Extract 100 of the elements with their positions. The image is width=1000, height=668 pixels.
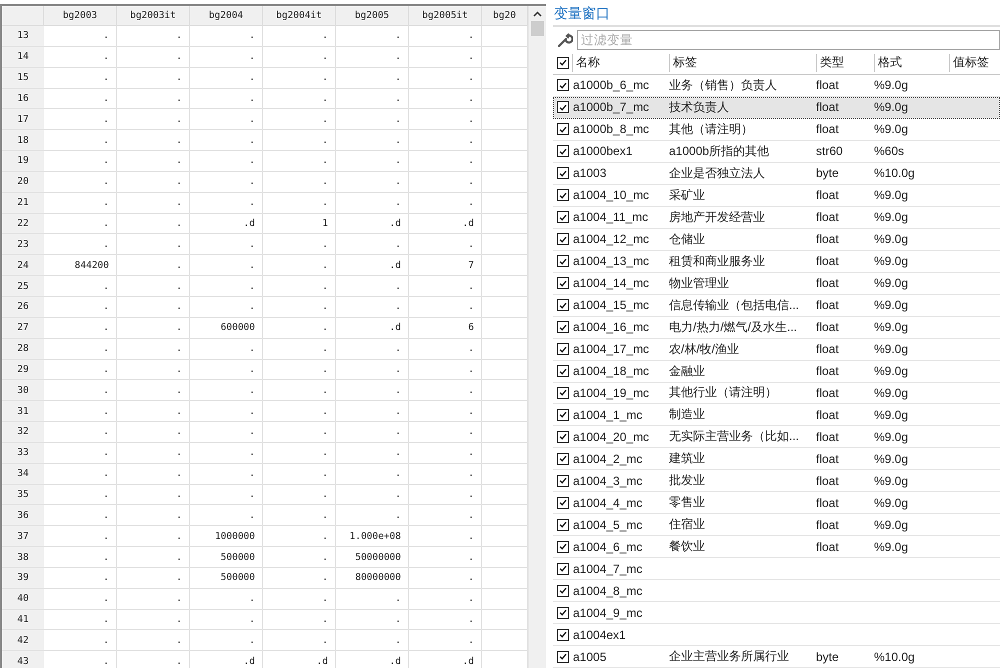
column-header[interactable]: 格式 bbox=[874, 54, 949, 72]
checkbox[interactable] bbox=[557, 189, 569, 202]
table-cell: 500000 bbox=[190, 547, 263, 568]
column-header[interactable]: bg2004 bbox=[190, 6, 263, 26]
checkbox[interactable] bbox=[557, 430, 569, 443]
table-cell: . bbox=[263, 360, 336, 380]
variable-name: a1000b_8_mc bbox=[572, 122, 650, 136]
checkbox[interactable] bbox=[557, 277, 569, 290]
column-header[interactable]: 名称 bbox=[572, 54, 669, 72]
checkbox[interactable] bbox=[557, 167, 569, 180]
table-cell: . bbox=[263, 401, 336, 422]
table-cell: . bbox=[117, 464, 190, 485]
variable-row[interactable]: a1004_13_mc 租赁和商业服务业 float %9.0g bbox=[553, 250, 1000, 273]
variable-row[interactable]: a1004_10_mc 采矿业 float %9.0g bbox=[553, 184, 1000, 207]
variable-row[interactable]: a1004_12_mc 仓储业 float %9.0g bbox=[553, 228, 1000, 251]
checkbox[interactable] bbox=[557, 606, 569, 619]
checkbox[interactable] bbox=[557, 123, 569, 136]
table-cell: .d bbox=[190, 214, 263, 234]
column-header[interactable]: 标签 bbox=[669, 54, 816, 72]
variable-row[interactable]: a1004_1_mc 制造业 float %9.0g bbox=[553, 404, 1000, 426]
checkbox[interactable] bbox=[557, 628, 569, 641]
variable-row[interactable]: a1004_3_mc 批发业 float %9.0g bbox=[553, 470, 1000, 492]
column-header[interactable]: bg2005 bbox=[336, 6, 409, 26]
column-header[interactable]: 值标签 bbox=[949, 54, 1000, 72]
table-cell: .d bbox=[336, 214, 409, 234]
table-cell: . bbox=[190, 380, 263, 402]
table-cell: . bbox=[409, 630, 482, 652]
checkbox[interactable] bbox=[557, 518, 569, 531]
variable-row[interactable]: a1004_16_mc 电力/热力/燃气/及水生... float %9.0g bbox=[553, 316, 1000, 339]
checkbox[interactable] bbox=[557, 584, 569, 597]
variable-row[interactable]: a1004_6_mc 餐饮业 float %9.0g bbox=[553, 536, 1000, 558]
checkbox[interactable] bbox=[557, 408, 569, 421]
variable-row[interactable]: a1004_2_mc 建筑业 float %9.0g bbox=[553, 448, 1000, 470]
variable-row[interactable]: a1004_14_mc 物业管理业 float %9.0g bbox=[553, 272, 1000, 295]
variable-row[interactable]: a1004_9_mc bbox=[553, 602, 1000, 624]
variable-row[interactable]: a1000bex1 a1000b所指的其他 str60 %60s bbox=[553, 140, 1000, 163]
checkbox[interactable] bbox=[557, 79, 569, 92]
checkbox[interactable] bbox=[557, 255, 569, 268]
scrollbar-thumb[interactable] bbox=[531, 21, 544, 36]
variable-type: float bbox=[816, 298, 840, 312]
table-cell: . bbox=[44, 442, 117, 464]
checkbox[interactable] bbox=[557, 299, 569, 312]
column-header[interactable]: 类型 bbox=[816, 54, 874, 72]
variable-row[interactable]: a1004_4_mc 零售业 float %9.0g bbox=[553, 492, 1000, 514]
checkbox[interactable] bbox=[557, 562, 569, 575]
checkbox[interactable] bbox=[557, 101, 569, 114]
wrench-icon[interactable] bbox=[557, 32, 573, 48]
column-header[interactable]: bg2005it bbox=[409, 6, 482, 26]
variable-label: 金融业 bbox=[669, 362, 706, 380]
column-header[interactable]: bg2003 bbox=[44, 6, 117, 26]
column-header[interactable]: bg2003it bbox=[117, 6, 190, 26]
column-header[interactable]: bg2004it bbox=[263, 6, 336, 26]
table-cell: . bbox=[117, 588, 190, 610]
variable-row[interactable]: a1004_7_mc bbox=[553, 558, 1000, 580]
variable-row[interactable]: a1004_20_mc 无实际主营业务（比如... float %9.0g bbox=[553, 426, 1000, 448]
checkbox[interactable] bbox=[557, 474, 569, 487]
table-cell: . bbox=[409, 442, 482, 464]
table-cell: . bbox=[190, 338, 263, 360]
variable-row[interactable]: a1004_5_mc 住宿业 float %9.0g bbox=[553, 514, 1000, 536]
variable-row[interactable]: a1005 企业主营业务所属行业 byte %10.0g bbox=[553, 646, 1000, 668]
checkbox[interactable] bbox=[557, 452, 569, 465]
checkbox[interactable] bbox=[557, 365, 569, 378]
variable-label: 餐饮业 bbox=[669, 538, 706, 556]
table-cell: . bbox=[336, 130, 409, 152]
variable-type: float bbox=[816, 276, 840, 290]
checkbox[interactable] bbox=[557, 211, 569, 224]
table-cell: . bbox=[409, 26, 482, 47]
variable-row[interactable]: a1000b_8_mc 其他（请注明） float %9.0g bbox=[553, 118, 1000, 141]
checkbox[interactable] bbox=[557, 233, 569, 246]
filter-field[interactable]: 过滤变量 bbox=[577, 30, 1000, 50]
variable-row[interactable]: a1004_11_mc 房地产开发经营业 float %9.0g bbox=[553, 206, 1000, 229]
variable-row[interactable]: a1003 企业是否独立法人 byte %10.0g bbox=[553, 162, 1000, 185]
table-cell: . bbox=[409, 568, 482, 589]
variable-row[interactable]: a1004_19_mc 其他行业（请注明） float %9.0g bbox=[553, 382, 1000, 404]
checkbox[interactable] bbox=[557, 650, 569, 663]
row-number: 41 bbox=[2, 610, 44, 630]
variable-row[interactable]: a1000b_7_mc 技术负责人 float %9.0g bbox=[553, 96, 1000, 119]
variable-row[interactable]: a1004ex1 bbox=[553, 624, 1000, 646]
scrollbar[interactable] bbox=[528, 6, 546, 668]
variable-label: 企业主营业务所属行业 bbox=[669, 648, 790, 666]
checkbox[interactable] bbox=[557, 496, 569, 509]
checkbox[interactable] bbox=[557, 386, 569, 399]
variable-row[interactable]: a1004_15_mc 信息传输业（包括电信... float %9.0g bbox=[553, 294, 1000, 317]
variable-row[interactable]: a1004_8_mc bbox=[553, 580, 1000, 602]
table-cell: . bbox=[263, 109, 336, 130]
variable-label: 其他行业（请注明） bbox=[669, 384, 778, 402]
variable-row[interactable]: a1004_18_mc 金融业 float %9.0g bbox=[553, 360, 1000, 382]
checkbox[interactable] bbox=[557, 145, 569, 158]
checkbox[interactable] bbox=[557, 343, 569, 356]
variable-type: float bbox=[816, 364, 840, 378]
table-cell: 6 bbox=[409, 318, 482, 339]
variable-name: a1004_2_mc bbox=[572, 452, 644, 466]
checkbox[interactable] bbox=[557, 540, 569, 553]
table-cell: . bbox=[263, 151, 336, 172]
table-cell: . bbox=[117, 46, 190, 68]
table-cell: . bbox=[409, 172, 482, 193]
variable-row[interactable]: a1004_17_mc 农/林/牧/渔业 float %9.0g bbox=[553, 338, 1000, 361]
checkbox[interactable] bbox=[557, 56, 569, 69]
checkbox[interactable] bbox=[557, 321, 569, 334]
variable-format: %9.0g bbox=[874, 540, 910, 554]
